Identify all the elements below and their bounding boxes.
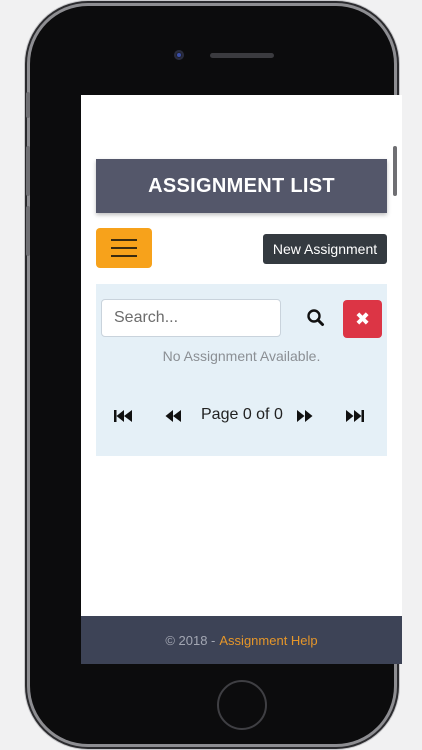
power-button — [393, 146, 397, 196]
empty-list-message: No Assignment Available. — [162, 348, 321, 364]
rewind-icon — [165, 410, 181, 422]
first-page-button[interactable] — [113, 404, 133, 428]
phone-frame: ASSIGNMENT LIST New Assignment ✖ No Assi… — [30, 6, 402, 744]
skip-first-icon — [114, 410, 132, 422]
front-camera — [174, 50, 184, 60]
page-title: ASSIGNMENT LIST — [96, 159, 387, 213]
skip-last-icon — [346, 410, 364, 422]
assignment-help-link[interactable]: Assignment Help — [219, 633, 317, 648]
volume-down-button — [26, 206, 30, 256]
hamburger-menu-icon-line — [111, 247, 137, 249]
next-page-button[interactable] — [296, 404, 314, 428]
app-screen: ASSIGNMENT LIST New Assignment ✖ No Assi… — [81, 95, 402, 664]
clear-search-button[interactable]: ✖ — [343, 300, 382, 338]
silent-switch — [26, 92, 30, 118]
search-button[interactable] — [303, 305, 329, 331]
new-assignment-button[interactable]: New Assignment — [263, 234, 387, 264]
earpiece-speaker — [210, 53, 274, 58]
fast-forward-icon — [297, 410, 313, 422]
menu-button[interactable] — [96, 228, 152, 268]
search-input[interactable] — [101, 299, 281, 337]
hamburger-menu-icon-line — [111, 255, 137, 257]
close-icon: ✖ — [354, 308, 371, 330]
volume-up-button — [26, 146, 30, 196]
home-button[interactable] — [217, 680, 267, 730]
previous-page-button[interactable] — [164, 404, 182, 428]
pagination: Page 0 of 0 — [96, 404, 387, 428]
last-page-button[interactable] — [345, 404, 365, 428]
assignment-panel: ✖ No Assignment Available. — [96, 284, 387, 456]
footer: © 2018 - Assignment Help — [81, 616, 402, 664]
copyright-text: © 2018 - — [165, 632, 216, 648]
page-indicator: Page 0 of 0 — [201, 406, 283, 423]
hamburger-menu-icon — [111, 239, 137, 241]
search-icon — [307, 309, 324, 326]
